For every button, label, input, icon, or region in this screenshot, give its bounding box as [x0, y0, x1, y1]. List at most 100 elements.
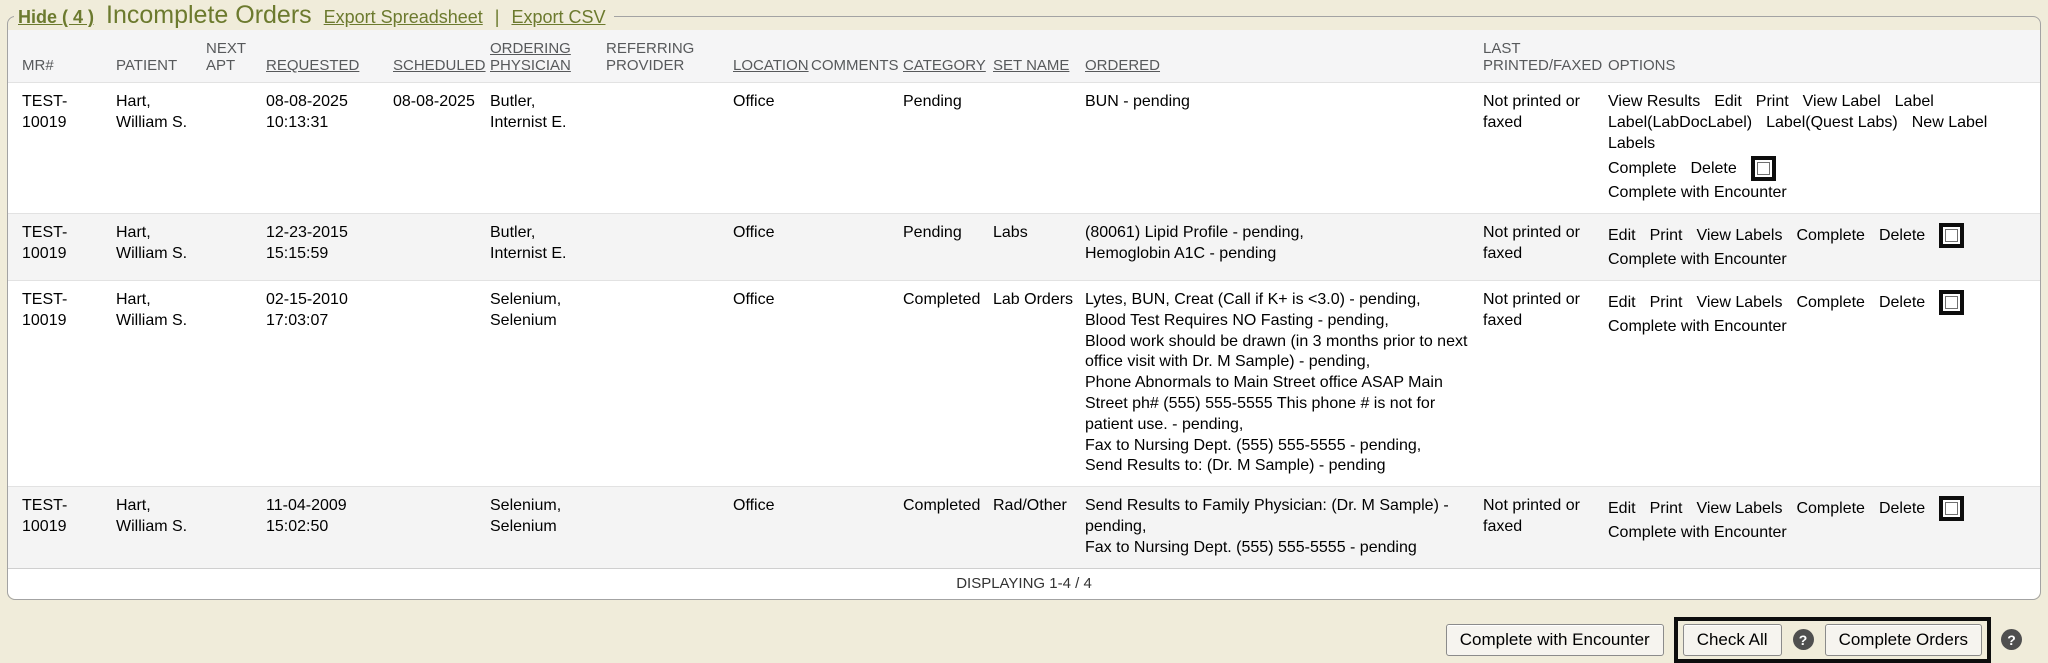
mr-number: TEST-10019 — [22, 291, 67, 329]
view-labels-link[interactable]: View Labels — [1696, 226, 1782, 247]
sort-link[interactable]: SET NAME — [993, 57, 1069, 74]
category-value: Completed — [903, 291, 980, 308]
view-results-link[interactable]: View Results — [1608, 92, 1700, 113]
paging-status: DISPLAYING 1-4 / 4 — [8, 568, 2040, 599]
print-link[interactable]: Print — [1650, 293, 1683, 314]
physician-name: Butler, Internist E. — [490, 93, 566, 131]
complete-link[interactable]: Complete — [1796, 499, 1864, 520]
delete-link[interactable]: Delete — [1879, 293, 1925, 314]
col-header-last-printed-faxed: LAST PRINTED/FAXED — [1479, 30, 1604, 83]
cell-requested: 12-23-2015 15:15:59 — [262, 214, 389, 281]
view-label-link[interactable]: View Label — [1803, 92, 1881, 113]
cell-last-printed: Not printed or faxed — [1479, 487, 1604, 568]
physician-name: Selenium, Selenium — [490, 497, 561, 535]
delete-link[interactable]: Delete — [1879, 226, 1925, 247]
patient-name: Hart, William S. — [116, 497, 187, 535]
sort-link[interactable]: ORDERING PHYSICIAN — [490, 40, 571, 74]
delete-link[interactable]: Delete — [1690, 159, 1736, 180]
cell-patient: Hart, William S. — [112, 83, 202, 214]
cell-ordered: BUN - pending — [1081, 83, 1479, 214]
check-all-button[interactable]: Check All — [1683, 624, 1782, 656]
edit-link[interactable]: Edit — [1714, 92, 1742, 113]
ordered-item: Fax to Nursing Dept. (555) 555-5555 - pe… — [1085, 436, 1473, 457]
complete-with-encounter-link[interactable]: Complete with Encounter — [1608, 317, 1787, 338]
col-label: COMMENTS — [811, 57, 899, 74]
cell-location: Office — [729, 214, 807, 281]
print-link[interactable]: Print — [1650, 499, 1683, 520]
col-header-next-apt: NEXT APT — [202, 30, 262, 83]
delete-link[interactable]: Delete — [1879, 499, 1925, 520]
complete-orders-button[interactable]: Complete Orders — [1825, 624, 1982, 656]
order-checkbox[interactable] — [1939, 496, 1964, 521]
col-header-comments: COMMENTS — [807, 30, 899, 83]
category-value: Pending — [903, 93, 962, 110]
complete-with-encounter-link[interactable]: Complete with Encounter — [1608, 183, 1787, 204]
cell-ordering-physician: Butler, Internist E. — [486, 214, 602, 281]
complete-with-encounter-link[interactable]: Complete with Encounter — [1608, 250, 1787, 271]
col-label: PATIENT — [116, 57, 177, 74]
cell-referring-provider — [602, 214, 729, 281]
export-csv-link[interactable]: Export CSV — [511, 7, 605, 28]
complete-link[interactable]: Complete — [1796, 226, 1864, 247]
ordered-item: Hemoglobin A1C - pending — [1085, 244, 1473, 265]
options-links: View ResultsEditPrintView LabelLabelLabe… — [1608, 92, 2034, 154]
scheduled-date: 08-08-2025 — [393, 93, 475, 110]
order-checkbox[interactable] — [1939, 290, 1964, 315]
cell-last-printed: Not printed or faxed — [1479, 214, 1604, 281]
col-header-referring-provider: REFERRING PROVIDER — [602, 30, 729, 83]
cell-scheduled: 08-08-2025 — [389, 83, 486, 214]
order-checkbox[interactable] — [1751, 156, 1776, 181]
edit-link[interactable]: Edit — [1608, 499, 1636, 520]
ordered-item: Phone Abnormals to Main Street office AS… — [1085, 373, 1473, 435]
help-icon[interactable]: ? — [2001, 629, 2022, 650]
print-link[interactable]: Print — [1650, 226, 1683, 247]
edit-link[interactable]: Edit — [1608, 226, 1636, 247]
sort-link[interactable]: REQUESTED — [266, 57, 359, 74]
cell-ordered: Send Results to Family Physician: (Dr. M… — [1081, 487, 1479, 568]
options-line: Complete with Encounter — [1608, 317, 2034, 338]
col-label: REFERRING PROVIDER — [606, 40, 694, 74]
col-header-scheduled: SCHEDULED — [389, 30, 486, 83]
last-printed-status: Not printed or faxed — [1483, 497, 1580, 535]
label-labdoclabel-link[interactable]: Label(LabDocLabel) — [1608, 113, 1752, 134]
complete-with-encounter-link[interactable]: Complete with Encounter — [1608, 523, 1787, 544]
view-labels-link[interactable]: View Labels — [1696, 293, 1782, 314]
export-spreadsheet-link[interactable]: Export Spreadsheet — [324, 7, 483, 28]
panel-title: Incomplete Orders — [106, 1, 312, 30]
view-labels-link[interactable]: View Labels — [1696, 499, 1782, 520]
set-name-value: Labs — [993, 224, 1028, 241]
sort-link[interactable]: ORDERED — [1085, 57, 1160, 74]
requested-datetime: 11-04-2009 15:02:50 — [266, 497, 347, 535]
cell-category: Completed — [899, 487, 989, 568]
cell-set-name: Lab Orders — [989, 280, 1081, 486]
edit-link[interactable]: Edit — [1608, 293, 1636, 314]
cell-mr: TEST-10019 — [8, 214, 112, 281]
new-label-link[interactable]: New Label — [1912, 113, 1988, 134]
sort-link[interactable]: LOCATION — [733, 57, 809, 74]
labels-link[interactable]: Labels — [1608, 134, 1655, 155]
patient-name: Hart, William S. — [116, 224, 187, 262]
location-value: Office — [733, 291, 775, 308]
orders-table: MR# PATIENT NEXT APT REQUESTED SCHEDULED… — [8, 30, 2040, 568]
cell-category: Completed — [899, 280, 989, 486]
print-link[interactable]: Print — [1756, 92, 1789, 113]
label-quest-labs-link[interactable]: Label(Quest Labs) — [1766, 113, 1898, 134]
sort-link[interactable]: CATEGORY — [903, 57, 986, 74]
requested-datetime: 08-08-2025 10:13:31 — [266, 93, 348, 131]
complete-link[interactable]: Complete — [1796, 293, 1864, 314]
order-checkbox[interactable] — [1939, 223, 1964, 248]
legend-separator: | — [495, 7, 500, 28]
hide-toggle-link[interactable]: Hide ( 4 ) — [18, 7, 94, 28]
col-header-mr: MR# — [8, 30, 112, 83]
actions-bar: Complete with Encounter Check All ? Comp… — [0, 617, 2022, 663]
cell-options: Edit Print View Labels Complete Delete Compl… — [1604, 280, 2040, 486]
table-header-row: MR# PATIENT NEXT APT REQUESTED SCHEDULED… — [8, 30, 2040, 83]
sort-link[interactable]: SCHEDULED — [393, 57, 486, 74]
cell-ordering-physician: Selenium, Selenium — [486, 280, 602, 486]
highlighted-button-group: Check All ? Complete Orders — [1674, 617, 1991, 663]
help-icon[interactable]: ? — [1793, 629, 1814, 650]
cell-mr: TEST-10019 — [8, 83, 112, 214]
label-link[interactable]: Label — [1895, 92, 1934, 113]
complete-with-encounter-button[interactable]: Complete with Encounter — [1446, 624, 1664, 656]
complete-link[interactable]: Complete — [1608, 159, 1676, 180]
